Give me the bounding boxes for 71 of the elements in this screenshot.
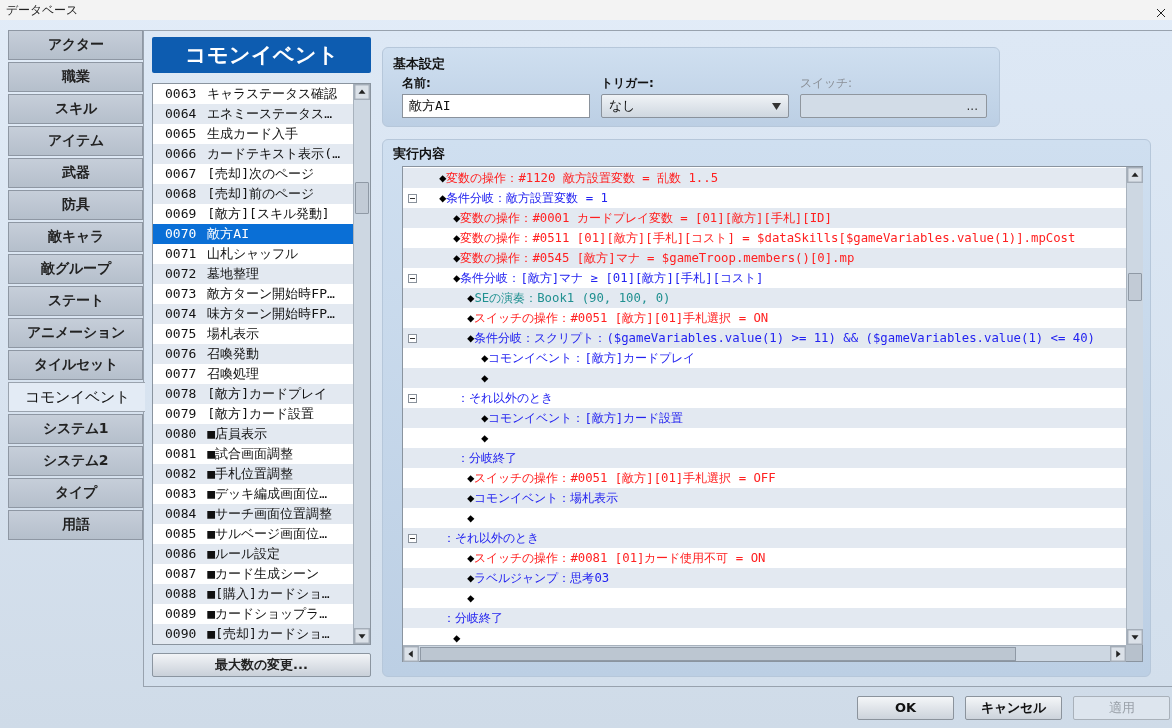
- database-tab[interactable]: ステート: [8, 286, 143, 316]
- scroll-thumb[interactable]: [420, 646, 1016, 661]
- command-row[interactable]: ◆変数の操作：#1120 敵方設置変数 = 乱数 1..5: [403, 168, 1126, 188]
- scroll-left-icon[interactable]: [403, 645, 419, 662]
- command-row[interactable]: ◆変数の操作：#0001 カードプレイ変数 = [01][敵方][手札][ID]: [403, 208, 1126, 228]
- scroll-thumb[interactable]: [355, 181, 369, 214]
- window-title: データベース: [6, 1, 78, 19]
- group-title: 基本設定: [393, 55, 445, 73]
- branch-row[interactable]: ：それ以外のとき: [403, 528, 1126, 548]
- field-label: 名前:: [402, 75, 431, 92]
- dialog-button[interactable]: OK: [857, 695, 954, 720]
- command-row[interactable]: ◆ラベルジャンプ：思考03: [403, 568, 1126, 588]
- database-tab[interactable]: タイプ: [8, 478, 143, 508]
- list-item[interactable]: 0076 召喚発動: [153, 343, 353, 364]
- list-item[interactable]: 0066 カードテキスト表示(…: [153, 143, 353, 164]
- database-tab[interactable]: システム1: [8, 414, 143, 444]
- database-tab[interactable]: コモンイベント: [8, 382, 145, 412]
- database-tab[interactable]: システム2: [8, 446, 143, 476]
- database-tab[interactable]: アニメーション: [8, 318, 143, 348]
- database-tab[interactable]: 防具: [8, 190, 143, 220]
- name-field[interactable]: 敵方AI: [402, 94, 590, 118]
- database-tab[interactable]: アクター: [8, 30, 143, 60]
- collapse-icon[interactable]: [408, 333, 417, 343]
- branch-row[interactable]: ：分岐終了: [403, 448, 1126, 468]
- field-label: スイッチ:: [800, 75, 853, 92]
- scroll-down-icon[interactable]: [1127, 629, 1143, 645]
- command-row[interactable]: ◆変数の操作：#0545 [敵方]マナ = $gameTroop.members()[0].mp: [403, 248, 1126, 268]
- collapse-icon[interactable]: [408, 393, 417, 403]
- list-item[interactable]: 0072 墓地整理: [153, 263, 353, 284]
- database-tab[interactable]: スキル: [8, 94, 143, 124]
- collapse-icon[interactable]: [408, 193, 417, 203]
- collapse-icon[interactable]: [408, 533, 417, 543]
- scroll-thumb[interactable]: [1128, 273, 1142, 301]
- list-item[interactable]: 0088 ■[購入]カードショ…: [153, 583, 353, 604]
- database-tab[interactable]: 敵キャラ: [8, 222, 143, 252]
- change-max-button[interactable]: 最大数の変更...: [152, 653, 371, 677]
- scroll-down-icon[interactable]: [354, 628, 370, 645]
- database-tab[interactable]: 武器: [8, 158, 143, 188]
- list-item[interactable]: 0064 エネミーステータス…: [153, 103, 353, 124]
- list-item[interactable]: 0084 ■サーチ画面位置調整: [153, 503, 353, 524]
- command-row[interactable]: ◆SEの演奏：Book1 (90, 100, 0): [403, 288, 1126, 308]
- database-tab[interactable]: 用語: [8, 510, 143, 540]
- list-item[interactable]: 0090 ■[売却]カードショ…: [153, 623, 353, 644]
- scrollbar-corner: [1126, 645, 1142, 661]
- list-item[interactable]: 0080 ■店員表示: [153, 423, 353, 444]
- database-tab[interactable]: タイルセット: [8, 350, 143, 380]
- scroll-right-icon[interactable]: [1110, 645, 1126, 662]
- collapse-icon[interactable]: [408, 273, 417, 283]
- list-item[interactable]: 0078 [敵方]カードプレイ: [153, 383, 353, 404]
- command-row[interactable]: ◆: [403, 368, 1126, 388]
- trigger-dropdown[interactable]: なし: [601, 94, 789, 118]
- dialog-button[interactable]: キャンセル: [965, 695, 1062, 720]
- scroll-up-icon[interactable]: [354, 83, 370, 100]
- database-tab[interactable]: 職業: [8, 62, 143, 92]
- group-title: 実行内容: [393, 145, 446, 163]
- command-row[interactable]: ◆コモンイベント：場札表示: [403, 488, 1126, 508]
- database-tab[interactable]: アイテム: [8, 126, 143, 156]
- close-icon[interactable]: [1156, 8, 1166, 18]
- branch-row[interactable]: ：分岐終了: [403, 608, 1126, 628]
- scroll-up-icon[interactable]: [1127, 167, 1143, 183]
- command-row[interactable]: ◆コモンイベント：[敵方]カード設置: [403, 408, 1126, 428]
- list-item[interactable]: 0086 ■ルール設定: [153, 543, 353, 564]
- section-banner: コモンイベント: [152, 37, 371, 73]
- list-item[interactable]: 0074 味方ターン開始時FP…: [153, 303, 353, 324]
- caret-icon: [772, 102, 781, 110]
- field-label: トリガー:: [601, 75, 654, 92]
- list-item[interactable]: 0070 敵方AI: [153, 223, 353, 244]
- list-item[interactable]: 0068 [売却]前のページ: [153, 183, 353, 204]
- database-tab[interactable]: 敵グループ: [8, 254, 143, 284]
- list-item[interactable]: 0082 ■手札位置調整: [153, 463, 353, 484]
- command-row[interactable]: ◆条件分岐：スクリプト：($gameVariables.value(1) >= 11) && ($gameVariables.value(1) <= 40): [403, 328, 1126, 348]
